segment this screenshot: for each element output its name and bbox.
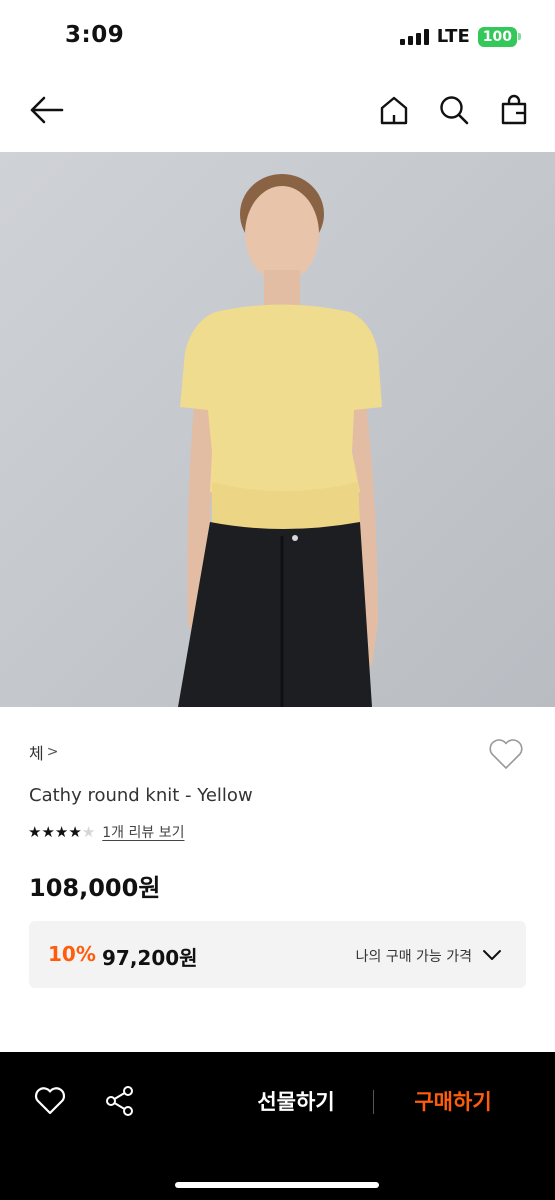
heart-icon bbox=[489, 739, 523, 769]
buy-button[interactable]: 구매하기 bbox=[393, 1086, 513, 1116]
like-button[interactable] bbox=[33, 1084, 67, 1118]
signal-icon bbox=[399, 28, 429, 45]
star-rating: ★★★★★ bbox=[28, 823, 95, 841]
my-price-label: 나의 구매 가능 가격 bbox=[355, 949, 472, 965]
product-photo bbox=[0, 152, 555, 707]
wishlist-button[interactable] bbox=[487, 735, 525, 773]
review-link[interactable]: 1개 리뷰 보기 bbox=[102, 822, 184, 842]
star-icon: ★ bbox=[41, 823, 55, 841]
status-bar: 3:09 LTE 100 bbox=[0, 0, 555, 70]
search-icon bbox=[440, 96, 469, 125]
top-nav bbox=[0, 80, 555, 140]
shopping-bag-icon bbox=[501, 94, 527, 125]
status-time: 3:09 bbox=[65, 22, 125, 48]
chevron-down-icon bbox=[483, 950, 501, 960]
back-button[interactable] bbox=[26, 90, 66, 130]
discount-rate: 10% bbox=[48, 942, 96, 966]
divider bbox=[373, 1090, 374, 1114]
home-indicator[interactable] bbox=[175, 1182, 379, 1188]
brand-name: 체 bbox=[29, 744, 44, 763]
brand-link[interactable]: 체 > bbox=[29, 740, 58, 764]
star-icon: ★ bbox=[54, 823, 69, 841]
home-button[interactable] bbox=[374, 90, 414, 130]
heart-icon bbox=[34, 1087, 66, 1115]
chevron-right-icon: > bbox=[46, 744, 59, 760]
share-icon bbox=[106, 1086, 133, 1116]
arrow-left-icon bbox=[30, 96, 64, 124]
gift-button[interactable]: 선물하기 bbox=[236, 1086, 356, 1116]
rating-row: ★★★★★ 1개 리뷰 보기 bbox=[28, 822, 184, 842]
discount-price-box[interactable]: 10% 97,200원 나의 구매 가능 가격 bbox=[29, 921, 526, 988]
share-button[interactable] bbox=[103, 1084, 137, 1118]
star-empty-icon: ★ bbox=[81, 823, 96, 841]
home-icon bbox=[380, 96, 408, 125]
bottom-action-bar: 선물하기 구매하기 bbox=[0, 1052, 555, 1200]
discount-price: 97,200원 bbox=[102, 946, 198, 970]
star-icon: ★ bbox=[28, 823, 42, 841]
cart-button[interactable] bbox=[494, 90, 534, 130]
product-price: 108,000원 bbox=[29, 874, 161, 902]
product-name: Cathy round knit - Yellow bbox=[29, 785, 253, 806]
search-button[interactable] bbox=[434, 90, 474, 130]
network-label: LTE bbox=[436, 26, 470, 47]
product-image[interactable] bbox=[0, 152, 555, 707]
star-icon: ★ bbox=[68, 823, 82, 841]
status-indicators: LTE 100 bbox=[399, 26, 522, 47]
battery-icon: 100 bbox=[477, 26, 522, 47]
